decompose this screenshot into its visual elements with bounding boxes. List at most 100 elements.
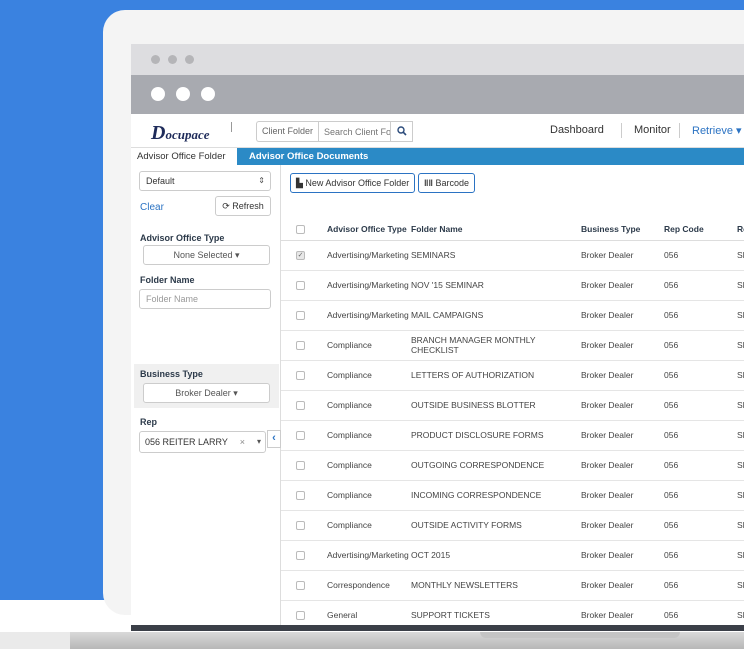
nav-monitor[interactable]: Monitor: [634, 124, 671, 136]
new-folder-button[interactable]: ▙ New Advisor Office Folder: [290, 173, 416, 193]
table-row[interactable]: Compliance OUTGOING CORRESPONDENCE Broker …: [281, 450, 744, 481]
table-header-row: Advisor Office Type Folder Name Business…: [281, 218, 744, 241]
browser-dot-icon[interactable]: [201, 87, 215, 101]
refresh-button[interactable]: ⟳ Refresh: [215, 196, 271, 216]
business-type-dropdown[interactable]: Broker Dealer ▾: [143, 383, 270, 403]
client-folder-label[interactable]: Client Folder: [256, 121, 318, 142]
cell-business: Broker Dealer: [581, 480, 654, 511]
cell-business: Broker Dealer: [581, 270, 654, 301]
table-row[interactable]: Compliance BRANCH MANAGER MONTHLY CHECKLI…: [281, 330, 744, 361]
tab-advisor-office-documents[interactable]: Advisor Office Documents: [243, 148, 374, 165]
row-checkbox-cell: [281, 330, 313, 361]
table-row[interactable]: ✓ Advertising/Marketing SEMINARS Broker Dea…: [281, 240, 744, 271]
row-checkbox-cell: [281, 300, 313, 331]
window-dot-icon[interactable]: [151, 55, 160, 64]
table-row[interactable]: Compliance LETTERS OF AUTHORIZATION Broker…: [281, 360, 744, 391]
cell-type: Compliance: [313, 450, 411, 481]
row-checkbox[interactable]: [296, 431, 305, 441]
cell-re: SM: [727, 420, 744, 451]
table-row[interactable]: Advertising/Marketing MAIL CAMPAIGNS Broke…: [281, 300, 744, 331]
table-row[interactable]: Compliance OUTSIDE ACTIVITY FORMS Broker D…: [281, 510, 744, 541]
browser-dot-icon[interactable]: [176, 87, 190, 101]
view-select[interactable]: Default ⇕: [139, 171, 271, 191]
window-dot-icon[interactable]: [185, 55, 194, 64]
chevron-down-icon[interactable]: ▾: [257, 432, 261, 452]
cell-rep: 056: [654, 450, 727, 481]
row-checkbox[interactable]: [296, 371, 305, 381]
cell-type: Compliance: [313, 510, 411, 541]
cell-type: Compliance: [313, 480, 411, 511]
row-checkbox-cell: ✓: [281, 240, 313, 271]
cell-rep: 056: [654, 570, 727, 601]
cell-rep: 056: [654, 480, 727, 511]
col-business-type[interactable]: Business Type: [581, 218, 654, 241]
view-select-value: Default: [146, 176, 175, 186]
clear-icon[interactable]: ×: [240, 432, 245, 452]
row-checkbox[interactable]: [296, 341, 305, 351]
cell-re: SM: [727, 450, 744, 481]
col-advisor-office-type[interactable]: Advisor Office Type: [313, 218, 411, 241]
table-row[interactable]: Correspondence MONTHLY NEWSLETTERS Broker …: [281, 570, 744, 601]
logo-text: ocupace: [165, 127, 210, 142]
cell-type: Advertising/Marketing: [313, 540, 411, 571]
cell-business: Broker Dealer: [581, 390, 654, 421]
table-row[interactable]: Advertising/Marketing OCT 2015 Broker Deal…: [281, 540, 744, 571]
refresh-label: Refresh: [232, 201, 264, 211]
cell-re: SM: [727, 390, 744, 421]
cell-rep: 056: [654, 540, 727, 571]
tab-bar: Advisor Office Folder Advisor Office Doc…: [131, 148, 744, 165]
cell-type: Compliance: [313, 330, 411, 361]
window-dot-icon[interactable]: [168, 55, 177, 64]
cell-re: SM: [727, 480, 744, 511]
row-checkbox[interactable]: ✓: [296, 251, 305, 261]
cell-re: SM: [727, 360, 744, 391]
tab-advisor-office-folder[interactable]: Advisor Office Folder: [131, 148, 237, 165]
search-button[interactable]: [391, 121, 413, 142]
table-row[interactable]: Compliance PRODUCT DISCLOSURE FORMS Broker…: [281, 420, 744, 451]
cell-folder: SEMINARS: [411, 240, 581, 271]
cell-re: SM: [727, 300, 744, 331]
row-checkbox[interactable]: [296, 581, 305, 591]
nav-dashboard[interactable]: Dashboard: [550, 124, 604, 136]
logo-divider: [231, 122, 232, 132]
table-row[interactable]: Compliance OUTSIDE BUSINESS BLOTTER Broker…: [281, 390, 744, 421]
col-rep-code[interactable]: Rep Code: [654, 218, 727, 241]
row-checkbox[interactable]: [296, 401, 305, 411]
row-checkbox[interactable]: [296, 521, 305, 531]
clear-link[interactable]: Clear: [140, 202, 164, 213]
cell-folder: OUTSIDE BUSINESS BLOTTER: [411, 390, 581, 421]
col-re[interactable]: Re: [727, 218, 744, 241]
nav-retrieve[interactable]: Retrieve ▾: [692, 124, 742, 137]
cell-folder: INCOMING CORRESPONDENCE: [411, 480, 581, 511]
table-row[interactable]: Compliance INCOMING CORRESPONDENCE Broker …: [281, 480, 744, 511]
cell-folder: OCT 2015: [411, 540, 581, 571]
rep-select[interactable]: 056 REITER LARRY × ▾: [139, 431, 266, 453]
collapse-sidebar-button[interactable]: ‹: [267, 430, 281, 448]
client-folder-search-input[interactable]: [318, 121, 391, 142]
row-checkbox-cell: [281, 270, 313, 301]
row-checkbox[interactable]: [296, 611, 305, 621]
cell-rep: 056: [654, 330, 727, 361]
browser-bar: [131, 75, 744, 114]
row-checkbox[interactable]: [296, 551, 305, 561]
table-row[interactable]: Advertising/Marketing NOV '15 SEMINAR Brok…: [281, 270, 744, 301]
select-all-checkbox[interactable]: [296, 224, 305, 234]
docupace-logo[interactable]: Docupace: [151, 122, 210, 145]
row-checkbox[interactable]: [296, 311, 305, 321]
cell-business: Broker Dealer: [581, 570, 654, 601]
row-checkbox-cell: [281, 480, 313, 511]
barcode-button[interactable]: ‖‖ Barcode: [418, 173, 475, 193]
folder-name-input[interactable]: Folder Name: [139, 289, 271, 309]
row-checkbox-cell: [281, 360, 313, 391]
cell-re: SM: [727, 540, 744, 571]
browser-dot-icon[interactable]: [151, 87, 165, 101]
col-folder-name[interactable]: Folder Name: [411, 218, 581, 241]
window-titlebar: [131, 44, 744, 75]
row-checkbox[interactable]: [296, 461, 305, 471]
cell-folder: NOV '15 SEMINAR: [411, 270, 581, 301]
office-type-label: Advisor Office Type: [140, 233, 225, 243]
cell-folder: PRODUCT DISCLOSURE FORMS: [411, 420, 581, 451]
row-checkbox[interactable]: [296, 491, 305, 501]
office-type-dropdown[interactable]: None Selected ▾: [143, 245, 270, 265]
row-checkbox[interactable]: [296, 281, 305, 291]
